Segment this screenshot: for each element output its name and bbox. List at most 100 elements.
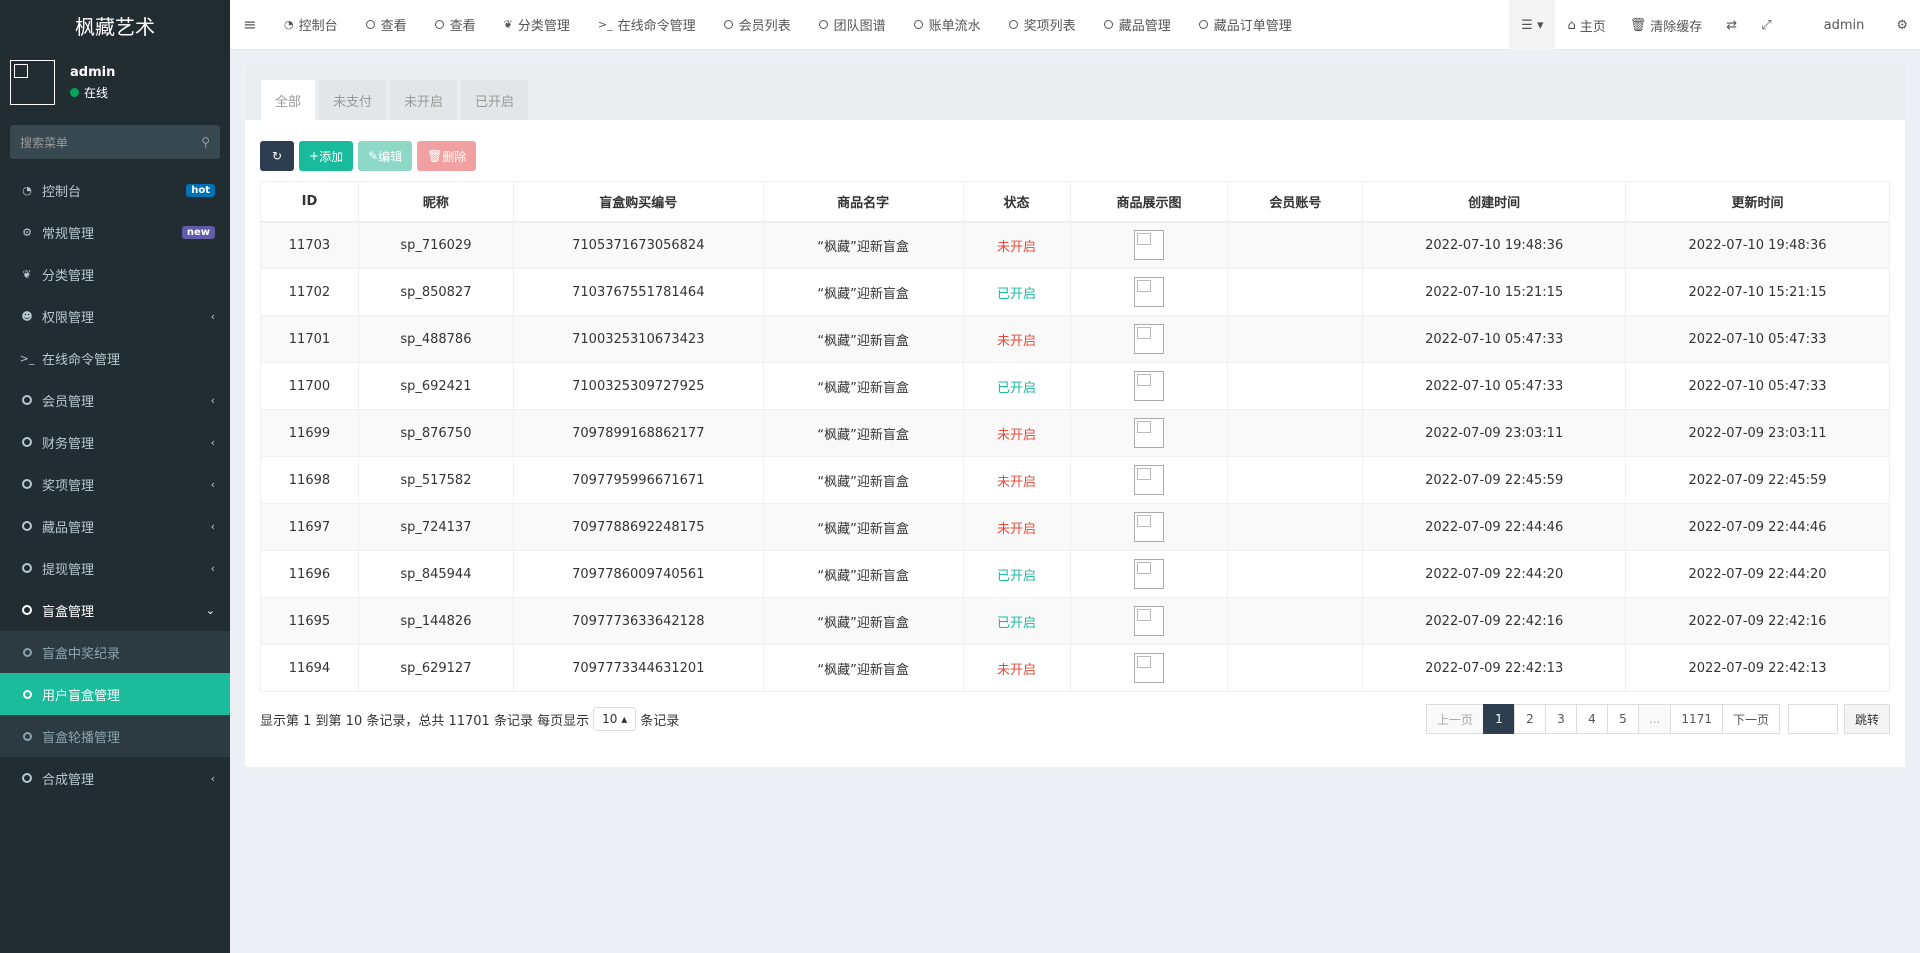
goods-image-thumbnail[interactable] bbox=[1133, 465, 1164, 495]
sidebar-item-dashboard[interactable]: ◔ 控制台 hot bbox=[0, 169, 230, 211]
fullscreen-button[interactable]: ⤢ bbox=[1749, 0, 1783, 50]
tab-team-graph[interactable]: 团队图谱 bbox=[805, 0, 900, 50]
table-row[interactable]: 11698 sp_517582 7097795996671671 “枫藏”迎新盲盒 未开… bbox=[260, 456, 1890, 504]
sidebar-item-command[interactable]: >_ 在线命令管理 bbox=[0, 337, 230, 379]
tab-opened[interactable]: 已开启 bbox=[461, 80, 529, 120]
cell-nickname: sp_629127 bbox=[357, 644, 514, 692]
sidebar-item-general[interactable]: ⚙ 常规管理 new bbox=[0, 211, 230, 253]
table-row[interactable]: 11699 sp_876750 7097899168862177 “枫藏”迎新盲盒 未开… bbox=[260, 409, 1890, 457]
table-row[interactable]: 11701 sp_488786 7100325310673423 “枫藏”迎新盲盒 未开… bbox=[260, 315, 1890, 363]
chevron-left-icon: ‹ bbox=[210, 435, 215, 449]
page-5-button[interactable]: 5 bbox=[1606, 704, 1639, 734]
tab-unopened[interactable]: 未开启 bbox=[390, 80, 458, 120]
settings-button[interactable]: ⚙ bbox=[1884, 0, 1920, 50]
goods-image-thumbnail[interactable] bbox=[1133, 371, 1164, 401]
col-updated-at[interactable]: 更新时间 bbox=[1625, 181, 1890, 223]
col-nickname[interactable]: 昵称 bbox=[357, 181, 514, 223]
goods-image-thumbnail[interactable] bbox=[1133, 606, 1164, 636]
tab-view-2[interactable]: 查看 bbox=[421, 0, 490, 50]
col-goods-name[interactable]: 商品名字 bbox=[762, 181, 964, 223]
col-order-no[interactable]: 盲盒购买编号 bbox=[512, 181, 764, 223]
menu-toggle-icon[interactable]: ≡ bbox=[230, 15, 270, 34]
table-row[interactable]: 11695 sp_144826 7097773633642128 “枫藏”迎新盲盒 已开… bbox=[260, 597, 1890, 645]
tab-category[interactable]: ❦ 分类管理 bbox=[490, 0, 584, 50]
col-id[interactable]: ID bbox=[260, 181, 359, 223]
next-page-button[interactable]: 下一页 bbox=[1721, 704, 1780, 734]
page-last-button[interactable]: 1171 bbox=[1670, 704, 1723, 734]
clear-cache-button[interactable]: 🗑 清除缓存 bbox=[1618, 0, 1715, 50]
sidebar-item-auth[interactable]: ☻ 权限管理 ‹ bbox=[0, 295, 230, 337]
table-row[interactable]: 11700 sp_692421 7100325309727925 “枫藏”迎新盲盒 已开… bbox=[260, 362, 1890, 410]
goods-image-thumbnail[interactable] bbox=[1133, 277, 1164, 307]
tab-all[interactable]: 全部 bbox=[261, 80, 316, 120]
sidebar-item-finance[interactable]: 财务管理 ‹ bbox=[0, 421, 230, 463]
language-button[interactable]: ⇄ bbox=[1714, 0, 1749, 50]
cell-id: 11694 bbox=[260, 644, 359, 692]
cell-goods-image bbox=[1069, 503, 1229, 551]
record-suffix: 条记录 bbox=[640, 713, 680, 729]
sidebar-item-synthesis[interactable]: 合成管理 ‹ bbox=[0, 757, 230, 799]
cell-goods-image bbox=[1069, 550, 1229, 598]
cell-status: 已开启 bbox=[962, 268, 1071, 316]
prev-page-button[interactable]: 上一页 bbox=[1425, 704, 1484, 734]
sidebar-item-collection[interactable]: 藏品管理 ‹ bbox=[0, 505, 230, 547]
table-row[interactable]: 11696 sp_845944 7097786009740561 “枫藏”迎新盲盒 已开… bbox=[260, 550, 1890, 598]
cell-member-account bbox=[1227, 597, 1364, 645]
refresh-button[interactable]: ↻ bbox=[260, 141, 294, 171]
sidebar-item-member[interactable]: 会员管理 ‹ bbox=[0, 379, 230, 421]
admin-menu[interactable]: admin bbox=[1784, 0, 1885, 50]
page-size-select[interactable]: 10 ▴ bbox=[593, 707, 637, 731]
tab-member-list[interactable]: 会员列表 bbox=[710, 0, 805, 50]
add-button[interactable]: + 添加 bbox=[299, 141, 354, 171]
tab-collection[interactable]: 藏品管理 bbox=[1090, 0, 1185, 50]
sidebar-item-withdraw[interactable]: 提现管理 ‹ bbox=[0, 547, 230, 589]
table-row[interactable]: 11702 sp_850827 7103767551781464 “枫藏”迎新盲盒 已开… bbox=[260, 268, 1890, 316]
cell-id: 11703 bbox=[260, 221, 359, 269]
main-panel: 全部 未支付 未开启 已开启 ↻ + 添加 ✎ 编辑 🗑 删除 ID 昵称 盲盒购买编… bbox=[245, 65, 1905, 767]
page-4-button[interactable]: 4 bbox=[1575, 704, 1608, 734]
goods-image-thumbnail[interactable] bbox=[1133, 324, 1164, 354]
jump-button[interactable]: 跳转 bbox=[1843, 704, 1890, 734]
page-1-button[interactable]: 1 bbox=[1482, 704, 1515, 734]
table-row[interactable]: 11703 sp_716029 7105371673056824 “枫藏”迎新盲盒 未开… bbox=[260, 221, 1890, 269]
cell-created-at: 2022-07-09 22:44:20 bbox=[1362, 550, 1627, 598]
goods-image-thumbnail[interactable] bbox=[1133, 512, 1164, 542]
chevron-left-icon: ‹ bbox=[210, 771, 215, 785]
delete-button[interactable]: 🗑 删除 bbox=[417, 141, 477, 171]
tab-billing[interactable]: 账单流水 bbox=[900, 0, 995, 50]
home-link[interactable]: ⌂ 主页 bbox=[1555, 0, 1617, 50]
sidebar-item-user-blindbox[interactable]: 用户盲盒管理 bbox=[0, 673, 230, 715]
col-member-account[interactable]: 会员账号 bbox=[1227, 181, 1364, 223]
table-row[interactable]: 11694 sp_629127 7097773344631201 “枫藏”迎新盲盒 未开… bbox=[260, 644, 1890, 692]
search-icon[interactable]: ⚲ bbox=[201, 135, 210, 149]
sidebar-item-prize[interactable]: 奖项管理 ‹ bbox=[0, 463, 230, 505]
goods-image-thumbnail[interactable] bbox=[1133, 653, 1164, 683]
page-2-button[interactable]: 2 bbox=[1513, 704, 1546, 734]
edit-button[interactable]: ✎ 编辑 bbox=[358, 141, 413, 171]
sidebar-item-category[interactable]: ❦ 分类管理 bbox=[0, 253, 230, 295]
page-3-button[interactable]: 3 bbox=[1544, 704, 1577, 734]
tab-prize-list[interactable]: 奖项列表 bbox=[995, 0, 1090, 50]
status-tabs: 全部 未支付 未开启 已开启 bbox=[245, 65, 1905, 120]
col-created-at[interactable]: 创建时间 bbox=[1362, 181, 1627, 223]
menu-search-input[interactable]: 搜索菜单 ⚲ bbox=[10, 125, 220, 159]
app-logo[interactable]: 枫藏艺术 bbox=[0, 0, 230, 50]
tab-dashboard[interactable]: ◔ 控制台 bbox=[270, 0, 352, 50]
tab-command[interactable]: >_ 在线命令管理 bbox=[584, 0, 710, 50]
tab-unpaid[interactable]: 未支付 bbox=[319, 80, 387, 120]
table-row[interactable]: 11697 sp_724137 7097788692248175 “枫藏”迎新盲盒 未开… bbox=[260, 503, 1890, 551]
goods-image-thumbnail[interactable] bbox=[1133, 418, 1164, 448]
tab-view-1[interactable]: 查看 bbox=[352, 0, 421, 50]
sidebar-item-blindbox[interactable]: 盲盒管理 ⌄ bbox=[0, 589, 230, 631]
goods-image-thumbnail[interactable] bbox=[1133, 559, 1164, 589]
sidebar-item-blindbox-carousel[interactable]: 盲盒轮播管理 bbox=[0, 715, 230, 757]
sidebar-menu: ◔ 控制台 hot ⚙ 常规管理 new ❦ 分类管理 ☻ 权限管理 ‹ >_ 在线命令管理 会… bbox=[0, 169, 230, 799]
tab-collection-orders[interactable]: 藏品订单管理 bbox=[1185, 0, 1306, 50]
jump-page-input[interactable] bbox=[1787, 704, 1838, 734]
col-goods-image[interactable]: 商品展示图 bbox=[1069, 181, 1229, 223]
sidebar-item-blindbox-winning[interactable]: 盲盒中奖纪录 bbox=[0, 631, 230, 673]
tab-list-dropdown[interactable]: ☰ ▾ bbox=[1509, 0, 1556, 50]
goods-image-thumbnail[interactable] bbox=[1133, 230, 1164, 261]
hot-badge: hot bbox=[186, 183, 215, 197]
col-status[interactable]: 状态 bbox=[962, 181, 1071, 223]
